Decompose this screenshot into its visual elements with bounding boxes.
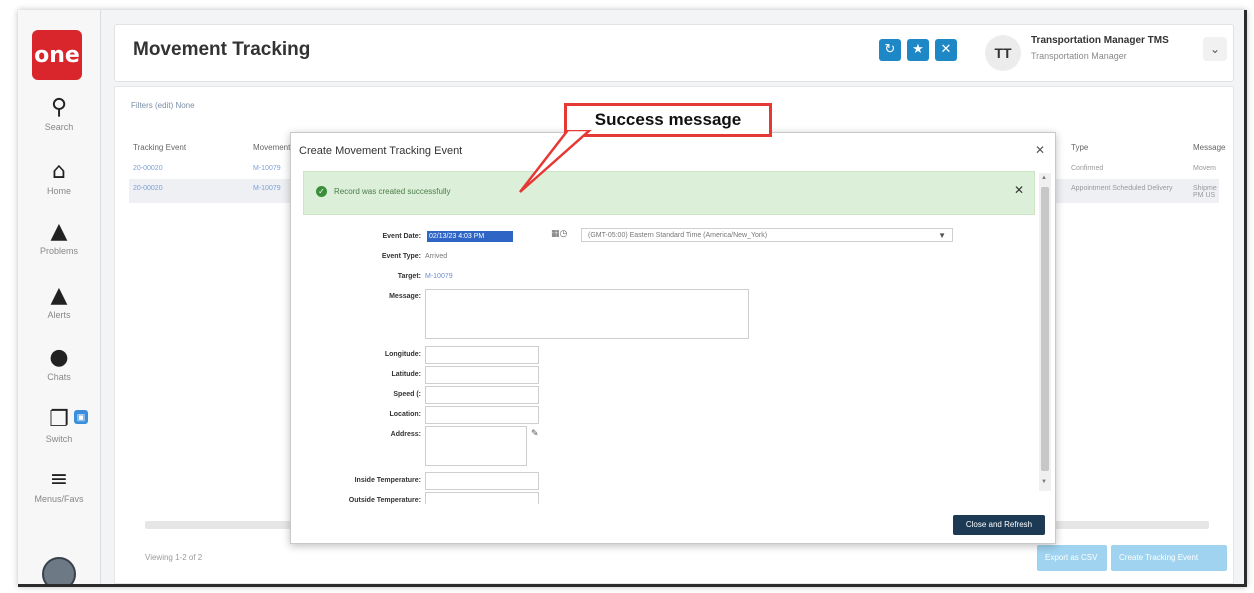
- inside-temperature-label: Inside Temperature:: [354, 477, 421, 484]
- sidebar-item-label: Menus/Favs: [34, 494, 84, 504]
- sidebar-item-label: Chats: [47, 372, 71, 382]
- sidebar-item-label: Switch: [45, 434, 73, 444]
- sidebar-item-problems[interactable]: ▲ Problems: [18, 219, 100, 257]
- modal-title: Create Movement Tracking Event: [299, 145, 463, 157]
- event-type-label: Event Type:: [381, 253, 421, 260]
- sidebar-item-label: Search: [44, 122, 74, 132]
- export-csv-button[interactable]: Export as CSV: [1037, 545, 1107, 571]
- app-window: one ⚲ Search ⌂ Home ▲ Problems ▲ Alerts …: [18, 10, 1247, 587]
- avatar[interactable]: TT: [985, 35, 1021, 71]
- target-label: Target:: [397, 273, 421, 280]
- chevron-down-icon: ▼: [938, 231, 946, 240]
- close-icon: ✕: [1035, 143, 1046, 157]
- create-event-modal: Create Movement Tracking Event ✕ ✓ Recor…: [290, 132, 1056, 544]
- target-link[interactable]: M-10079: [425, 273, 453, 280]
- modal-close-button[interactable]: ✕: [1035, 143, 1045, 157]
- longitude-input[interactable]: [425, 346, 539, 364]
- sidebar-item-label: Alerts: [47, 310, 71, 320]
- table-cell-type: Appointment Scheduled Delivery: [1071, 185, 1173, 192]
- inside-temperature-input[interactable]: [425, 472, 539, 490]
- outside-temperature-label: Outside Temperature:: [348, 497, 421, 504]
- sidebar-item-alerts[interactable]: ▲ Alerts: [18, 283, 100, 321]
- search-icon: ⚲: [50, 95, 68, 120]
- check-circle-icon: ✓: [316, 186, 327, 197]
- close-tab-button[interactable]: ✕: [935, 39, 957, 61]
- column-header-message[interactable]: Message: [1193, 143, 1225, 152]
- warning-icon: ▲: [50, 219, 68, 244]
- sidebar-item-chats[interactable]: ● Chats: [18, 345, 100, 383]
- user-menu-button[interactable]: ⌄: [1203, 37, 1227, 61]
- sidebar: one ⚲ Search ⌂ Home ▲ Problems ▲ Alerts …: [18, 10, 101, 584]
- globe-icon[interactable]: [42, 557, 76, 584]
- table-cell-event[interactable]: 20-00020: [133, 165, 163, 172]
- sidebar-item-switch[interactable]: ❐ ▣ Switch: [18, 408, 100, 444]
- switch-badge-icon: ▣: [74, 410, 88, 424]
- page-title: Movement Tracking: [133, 39, 311, 60]
- sidebar-item-menus[interactable]: ≡ Menus/Favs: [18, 467, 100, 505]
- header: Movement Tracking ↻ ★ ✕ TT Transportatio…: [114, 24, 1234, 82]
- create-tracking-event-button[interactable]: Create Tracking Event: [1111, 545, 1227, 571]
- scrollbar-thumb[interactable]: [1041, 187, 1049, 471]
- close-icon: ✕: [940, 42, 952, 57]
- table-cell-message: Movem: [1193, 165, 1216, 172]
- paging-info: Viewing 1-2 of 2: [145, 553, 203, 562]
- table-cell-event[interactable]: 20-00020: [133, 185, 163, 192]
- speed-input[interactable]: [425, 386, 539, 404]
- address-label: Address:: [390, 431, 421, 438]
- column-header-tracking-event[interactable]: Tracking Event: [133, 143, 186, 152]
- modal-vertical-scrollbar[interactable]: ▲ ▼: [1039, 173, 1051, 491]
- location-label: Location:: [389, 411, 422, 418]
- edit-icon[interactable]: ✎: [531, 429, 539, 439]
- address-textarea[interactable]: [425, 426, 527, 466]
- home-icon: ⌂: [52, 159, 66, 184]
- timezone-value: (GMT-05:00) Eastern Standard Time (Ameri…: [588, 232, 768, 239]
- scroll-up-icon[interactable]: ▲: [1041, 175, 1047, 181]
- scroll-down-icon[interactable]: ▼: [1041, 479, 1047, 485]
- outside-temperature-input[interactable]: [425, 492, 539, 504]
- menu-icon: ≡: [49, 467, 69, 492]
- star-icon: ★: [912, 42, 924, 57]
- event-date-label: Event Date:: [382, 233, 421, 240]
- column-header-type[interactable]: Type: [1071, 143, 1088, 152]
- chat-icon: ●: [49, 345, 69, 370]
- speed-label: Speed (:: [393, 391, 421, 398]
- table-cell-message: Shipme PM US: [1193, 185, 1217, 199]
- event-date-input[interactable]: 02/13/23 4:03 PM: [427, 231, 513, 242]
- bell-icon: ▲: [50, 283, 68, 308]
- longitude-label: Longitude:: [384, 351, 421, 358]
- annotation-arrow: [519, 130, 592, 193]
- table-cell-movement[interactable]: M-10079: [253, 165, 281, 172]
- user-name: Transportation Manager TMS: [1031, 35, 1169, 46]
- refresh-icon: ↻: [884, 42, 896, 57]
- latitude-input[interactable]: [425, 366, 539, 384]
- timezone-select[interactable]: (GMT-05:00) Eastern Standard Time (Ameri…: [581, 228, 953, 242]
- sidebar-item-label: Problems: [39, 246, 78, 256]
- table-cell-type: Confirmed: [1071, 165, 1104, 172]
- user-role: Transportation Manager: [1031, 51, 1127, 61]
- app-logo[interactable]: one: [32, 30, 82, 80]
- success-message: Record was created successfully: [334, 187, 451, 196]
- latitude-label: Latitude:: [391, 371, 421, 378]
- event-type-value: Arrived: [425, 253, 448, 260]
- table-cell-movement[interactable]: M-10079: [253, 185, 281, 192]
- message-label: Message:: [389, 293, 421, 300]
- alert-dismiss-button[interactable]: ✕: [1014, 183, 1024, 197]
- filters-link[interactable]: Filters (edit) None: [131, 101, 195, 110]
- close-and-refresh-button[interactable]: Close and Refresh: [953, 515, 1045, 535]
- chevron-down-icon: ⌄: [1209, 42, 1221, 56]
- location-input[interactable]: [425, 406, 539, 424]
- sidebar-item-home[interactable]: ⌂ Home: [18, 159, 100, 197]
- sidebar-item-label: Home: [46, 186, 71, 196]
- refresh-button[interactable]: ↻: [879, 39, 901, 61]
- success-alert: ✓ Record was created successfully ✕: [303, 171, 1035, 215]
- column-header-movement[interactable]: Movement: [253, 143, 290, 152]
- sidebar-item-search[interactable]: ⚲ Search: [18, 95, 100, 133]
- message-textarea[interactable]: [425, 289, 749, 339]
- calendar-clock-icon[interactable]: ▦◷: [551, 229, 567, 239]
- favorite-button[interactable]: ★: [907, 39, 929, 61]
